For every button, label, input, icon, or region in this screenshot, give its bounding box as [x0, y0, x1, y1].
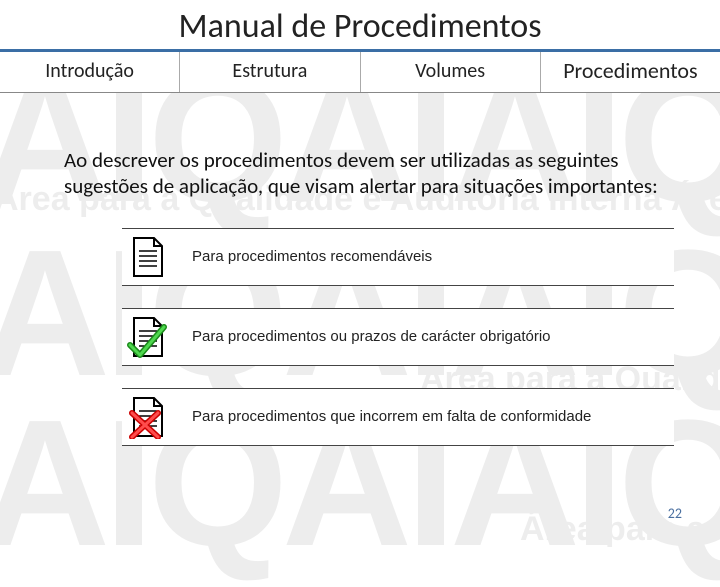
tab-introducao[interactable]: Introdução [0, 52, 180, 92]
list-item: Para procedimentos recomendáveis [122, 228, 674, 286]
content-area: Ao descrever os procedimentos devem ser … [0, 93, 720, 446]
document-check-icon [126, 315, 170, 359]
item-label: Para procedimentos que incorrem em falta… [192, 408, 591, 425]
list-item: Para procedimentos ou prazos de carácter… [122, 308, 674, 366]
list-item: Para procedimentos que incorrem em falta… [122, 388, 674, 446]
item-list: Para procedimentos recomendáveis Para pr… [122, 228, 674, 446]
intro-text: Ao descrever os procedimentos devem ser … [64, 147, 674, 200]
tab-procedimentos[interactable]: Procedimentos [541, 52, 720, 92]
item-label: Para procedimentos recomendáveis [192, 248, 432, 265]
watermark-mid: Área para a Qualidade e Auditoria Intern… [520, 510, 720, 549]
title-bar: Manual de Procedimentos [0, 0, 720, 52]
page-number: 22 [668, 505, 682, 522]
tab-estrutura[interactable]: Estrutura [180, 52, 360, 92]
tab-strip: Introdução Estrutura Volumes Procediment… [0, 52, 720, 93]
document-cross-icon [126, 395, 170, 439]
item-label: Para procedimentos ou prazos de carácter… [192, 328, 551, 345]
tab-volumes[interactable]: Volumes [361, 52, 541, 92]
page-title: Manual de Procedimentos [0, 6, 720, 47]
document-icon [126, 235, 170, 279]
